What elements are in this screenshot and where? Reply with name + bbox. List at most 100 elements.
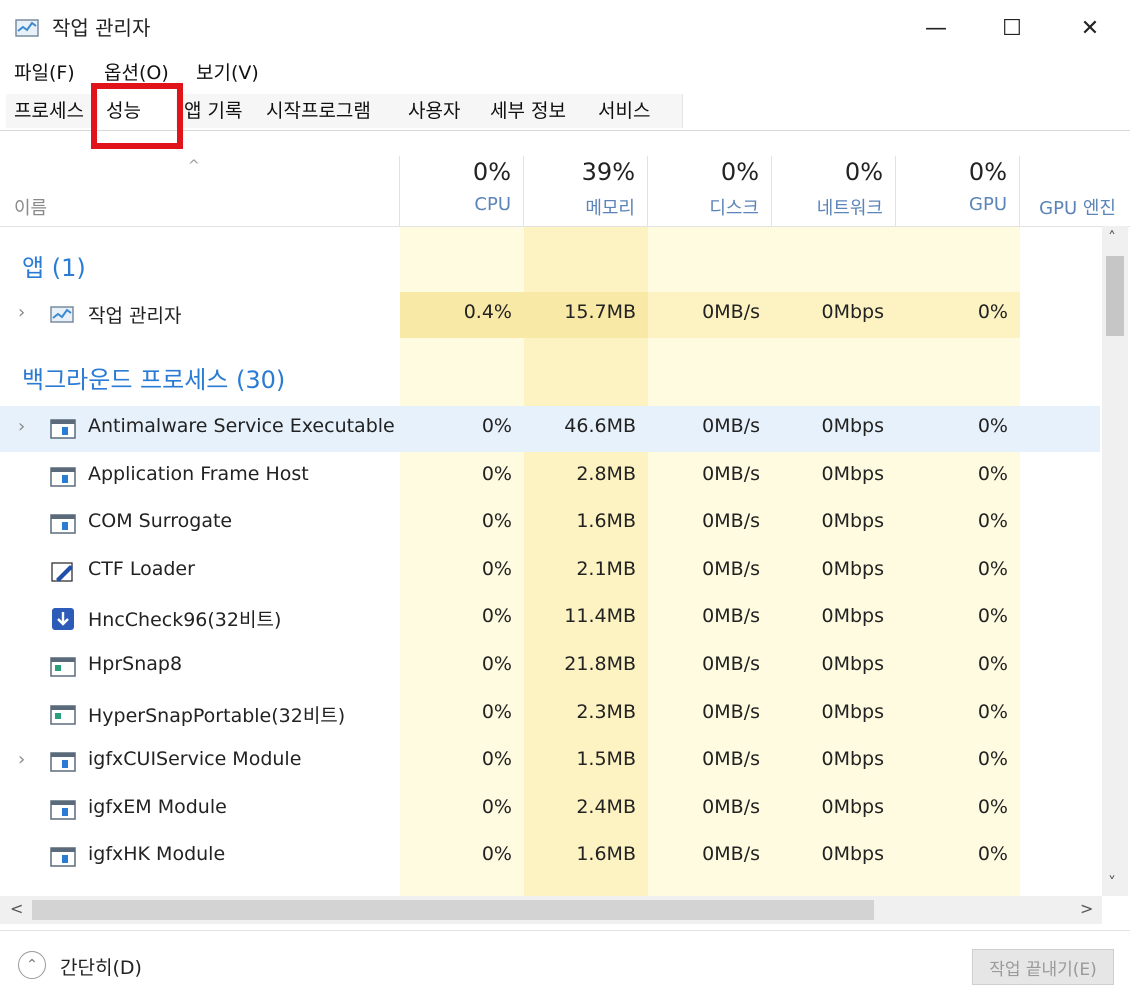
- name-column-header[interactable]: ^ 이름: [0, 156, 400, 226]
- memory-value: 11.4MB: [564, 605, 636, 628]
- process-name: COM Surrogate: [88, 510, 233, 533]
- tab-services[interactable]: 서비스: [590, 94, 683, 128]
- network-value: 0Mbps: [821, 510, 884, 533]
- download-icon: [50, 608, 76, 631]
- collapse-icon[interactable]: ⌃: [18, 951, 46, 979]
- memory-value: 46.6MB: [564, 415, 636, 437]
- memory-value: 1.5MB: [576, 748, 636, 771]
- process-name: igfxHK Module: [88, 843, 226, 866]
- process-name: HprSnap8: [88, 653, 183, 675]
- gpu-value: 0%: [977, 605, 1008, 628]
- menu-file[interactable]: 파일(F): [14, 58, 75, 85]
- tab-details[interactable]: 세부 정보: [482, 94, 599, 128]
- close-button[interactable]: ✕: [1060, 8, 1120, 48]
- disk-value: 0MB/s: [702, 843, 760, 866]
- table-row[interactable]: igfxHK Module 0% 1.6MB 0MB/s 0Mbps 0%: [0, 834, 1100, 880]
- process-name: CTF Loader: [88, 557, 195, 580]
- highlight-annotation: [91, 83, 183, 149]
- memory-column-header[interactable]: 39% 메모리: [524, 156, 648, 226]
- cpu-value: 0%: [481, 700, 512, 723]
- table-row[interactable]: HncCheck96(32비트) 0% 11.4MB 0MB/s 0Mbps 0%: [0, 596, 1100, 642]
- memory-value: 21.8MB: [564, 653, 636, 675]
- expand-icon[interactable]: ›: [18, 416, 25, 437]
- tab-startup[interactable]: 시작프로그램: [258, 94, 409, 128]
- network-value: 0Mbps: [821, 301, 884, 323]
- collapse-button[interactable]: 간단히(D): [60, 953, 142, 980]
- network-value: 0Mbps: [821, 748, 884, 771]
- network-column-header[interactable]: 0% 네트워크: [772, 156, 896, 226]
- process-name: HncCheck96(32비트): [88, 609, 282, 632]
- disk-value: 0MB/s: [702, 653, 760, 675]
- pen-icon: [50, 561, 76, 583]
- gpu-engine-label: GPU 엔진: [1039, 198, 1116, 219]
- disk-value: 0MB/s: [702, 557, 760, 580]
- table-row[interactable]: › Antimalware Service Executable 0% 46.6MB 0…: [0, 406, 1100, 452]
- vertical-scrollbar[interactable]: ˄ ˅: [1102, 226, 1128, 896]
- gpu-total: 0%: [968, 158, 1007, 186]
- tab-users[interactable]: 사용자: [400, 94, 491, 128]
- gpu-value: 0%: [977, 700, 1008, 723]
- end-task-button[interactable]: 작업 끝내기(E): [972, 949, 1114, 985]
- gpu-value: 0%: [977, 795, 1008, 818]
- scroll-left-icon[interactable]: <: [10, 899, 23, 918]
- task-manager-icon: [15, 19, 39, 37]
- scroll-right-icon[interactable]: >: [1080, 899, 1093, 918]
- cpu-value: 0%: [481, 795, 512, 818]
- table-row[interactable]: Application Frame Host 0% 2.8MB 0MB/s 0Mbps 0…: [0, 454, 1100, 500]
- minimize-button[interactable]: —: [906, 8, 966, 48]
- cpu-value: 0%: [481, 415, 512, 437]
- window-title: 작업 관리자: [52, 16, 151, 40]
- gpu-value: 0%: [977, 653, 1008, 675]
- memory-value: 1.6MB: [576, 510, 636, 533]
- expand-icon[interactable]: ›: [18, 749, 25, 770]
- gpu-value: 0%: [977, 843, 1008, 866]
- menu-options[interactable]: 옵션(O): [104, 58, 169, 85]
- gpu-value: 0%: [977, 557, 1008, 580]
- table-row[interactable]: › igfxCUIService Module 0% 1.5MB 0MB/s 0Mbps 0…: [0, 739, 1100, 785]
- memory-value: 2.8MB: [576, 462, 636, 485]
- tab-app-history[interactable]: 앱 기록: [176, 94, 269, 128]
- disk-value: 0MB/s: [702, 748, 760, 771]
- group-background-processes[interactable]: 백그라운드 프로세스 (30): [22, 360, 285, 395]
- network-value: 0Mbps: [821, 415, 884, 437]
- table-row[interactable]: HyperSnapPortable(32비트) 0% 2.3MB 0MB/s 0Mbps…: [0, 692, 1100, 738]
- process-name: Application Frame Host: [88, 462, 309, 485]
- vertical-scroll-thumb[interactable]: [1106, 256, 1124, 336]
- network-value: 0Mbps: [821, 462, 884, 485]
- disk-value: 0MB/s: [702, 700, 760, 723]
- cpu-total: 0%: [472, 158, 511, 186]
- horizontal-scrollbar[interactable]: < >: [0, 896, 1102, 924]
- process-name: 작업 관리자: [88, 305, 182, 327]
- gpu-column-header[interactable]: 0% GPU: [896, 156, 1020, 226]
- menu-view[interactable]: 보기(V): [196, 58, 259, 85]
- disk-value: 0MB/s: [702, 462, 760, 485]
- disk-value: 0MB/s: [702, 415, 760, 437]
- expand-icon[interactable]: ›: [18, 302, 25, 323]
- scroll-down-icon[interactable]: ˅: [1108, 873, 1116, 892]
- gpu-value: 0%: [977, 510, 1008, 533]
- task-manager-icon: [50, 306, 74, 323]
- network-value: 0Mbps: [821, 557, 884, 580]
- horizontal-scroll-thumb[interactable]: [32, 900, 874, 920]
- table-row[interactable]: COM Surrogate 0% 1.6MB 0MB/s 0Mbps 0%: [0, 501, 1100, 547]
- gpu-value: 0%: [977, 748, 1008, 771]
- table-row[interactable]: CTF Loader 0% 2.1MB 0MB/s 0Mbps 0%: [0, 549, 1100, 595]
- table-row[interactable]: › 작업 관리자 0.4% 15.7MB 0MB/s 0Mbps 0%: [0, 292, 1100, 338]
- table-header: ^ 이름 0% CPU 39% 메모리 0% 디스크 0% 네트워크 0% GP…: [0, 156, 1130, 227]
- process-table: ^ 이름 0% CPU 39% 메모리 0% 디스크 0% 네트워크 0% GP…: [0, 156, 1130, 896]
- cpu-value: 0%: [481, 462, 512, 485]
- table-row[interactable]: igfxEM Module 0% 2.4MB 0MB/s 0Mbps 0%: [0, 787, 1100, 833]
- group-apps[interactable]: 앱 (1): [22, 248, 86, 283]
- memory-label: 메모리: [585, 198, 635, 219]
- window-process-icon: [50, 513, 76, 535]
- maximize-button[interactable]: ☐: [982, 8, 1042, 48]
- snap-icon: [50, 704, 76, 726]
- cpu-column-header[interactable]: 0% CPU: [400, 156, 524, 226]
- memory-value: 2.4MB: [576, 795, 636, 818]
- disk-column-header[interactable]: 0% 디스크: [648, 156, 772, 226]
- gpu-engine-column-header[interactable]: GPU 엔진: [1020, 156, 1130, 226]
- scroll-up-icon[interactable]: ˄: [1108, 228, 1116, 247]
- window-process-icon: [50, 751, 76, 773]
- table-row[interactable]: HprSnap8 0% 21.8MB 0MB/s 0Mbps 0%: [0, 644, 1100, 690]
- gpu-value: 0%: [977, 462, 1008, 485]
